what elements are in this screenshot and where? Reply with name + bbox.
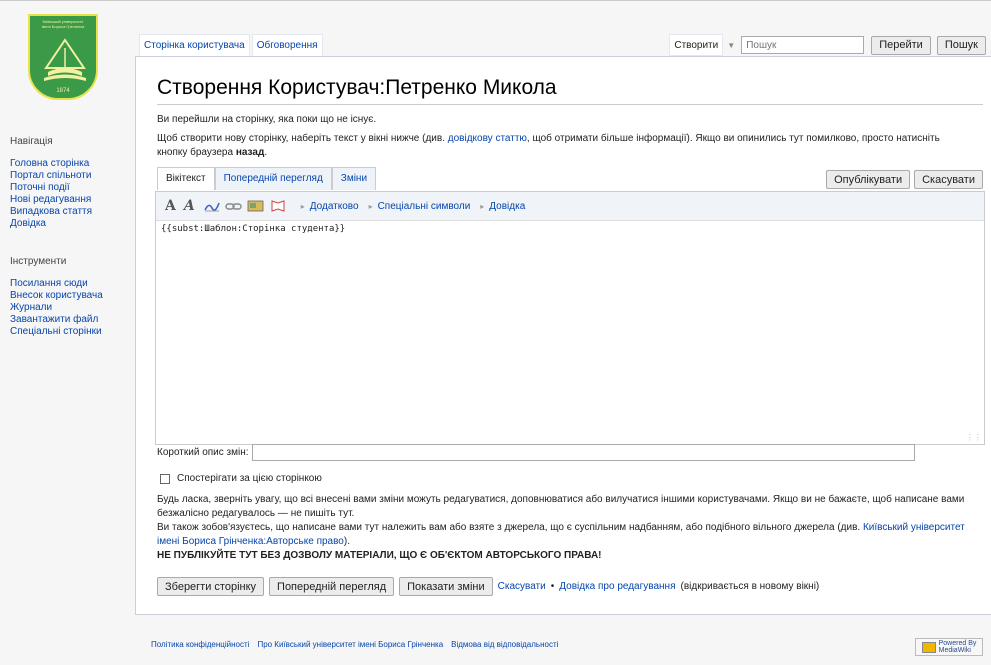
bold-icon[interactable]: A [165, 198, 176, 214]
sidebar-item-main-page[interactable]: Головна сторінка [10, 158, 130, 170]
link-icon[interactable] [225, 200, 243, 212]
reference-icon[interactable] [269, 200, 287, 212]
mediawiki-logo-icon [921, 641, 936, 653]
publish-controls: Опублікувати Скасувати [826, 170, 983, 189]
separator-bullet: • [550, 581, 555, 592]
editing-help-link[interactable]: Довідка про редагування [559, 581, 675, 592]
footer-links: Політика конфіденційності Про Київський … [151, 640, 558, 649]
footer-privacy-link[interactable]: Політика конфіденційності [151, 640, 249, 649]
nav-heading: Навігація [10, 136, 53, 147]
sidebar: Навігація Головна сторінка Портал спільн… [10, 136, 130, 338]
summary-label: Короткий опис змін: [157, 447, 249, 458]
sidebar-item-help[interactable]: Довідка [10, 218, 130, 230]
badge-line2: MediaWiki [938, 647, 971, 654]
search-input[interactable] [741, 36, 865, 54]
tab-preview[interactable]: Попередній перегляд [214, 167, 332, 190]
toolbar-special-chars-link[interactable]: Спеціальні символи [369, 201, 471, 212]
tab-changes[interactable]: Зміни [331, 167, 377, 190]
badge-text: Powered By MediaWiki [939, 640, 977, 654]
wikitext-textarea[interactable]: {{subst:Шаблон:Сторінка студента}} [156, 221, 984, 444]
action-tabs: Створити ▼ Перейти Пошук [669, 34, 991, 56]
watch-label: Спостерігати за цією сторінкою [177, 473, 322, 484]
save-button[interactable]: Зберегти сторінку [157, 577, 265, 596]
toolbar-help-link[interactable]: Довідка [480, 201, 525, 212]
help-text-end: . [264, 147, 268, 158]
cancel-button[interactable]: Скасувати [914, 170, 983, 189]
signature-icon[interactable] [203, 200, 221, 212]
watch-option[interactable]: Спостерігати за цією сторінкою [160, 473, 322, 484]
cancel-link[interactable]: Скасувати [498, 581, 546, 592]
tools-heading: Інструменти [10, 256, 67, 267]
nav-list: Головна сторінка Портал спільноти Поточн… [10, 158, 130, 230]
help-paragraph: Щоб створити нову сторінку, наберіть тек… [157, 132, 957, 160]
embedded-file-icon[interactable] [247, 200, 265, 212]
warning-bold: НЕ ПУБЛІКУЙТЕ ТУТ БЕЗ ДОЗВОЛУ МАТЕРІАЛИ,… [157, 550, 602, 561]
tab-wikitext[interactable]: Вікітекст [157, 167, 215, 190]
namespace-tabs: Сторінка користувача Обговорення [139, 34, 323, 56]
save-bar: Зберегти сторінку Попередній перегляд По… [157, 577, 819, 596]
back-bold-text: назад [235, 147, 265, 158]
more-actions-chevron-down-icon[interactable]: ▼ [723, 34, 739, 56]
warning-line2-text: Ви також зобов'язуєтесь, що написане вам… [157, 522, 863, 533]
search-button[interactable]: Пошук [936, 35, 986, 55]
toolbar-advanced-link[interactable]: Додатково [301, 201, 359, 212]
copyright-warning: Будь ласка, зверніть увагу, що всі внесе… [157, 493, 977, 563]
tab-create[interactable]: Створити [669, 34, 724, 56]
tab-preview-label[interactable]: Попередній перегляд [224, 173, 323, 184]
sidebar-item-community-portal[interactable]: Портал спільноти [10, 170, 130, 182]
summary-input[interactable] [251, 444, 915, 461]
sidebar-item-special-pages[interactable]: Спеціальні сторінки [10, 326, 130, 338]
university-logo[interactable]: Київський університет імені Бориса Грінч… [28, 14, 98, 100]
show-changes-button[interactable]: Показати зміни [399, 577, 493, 596]
footer-disclaimer-link[interactable]: Відмова від відповідальності [451, 640, 558, 649]
top-border [0, 0, 991, 1]
page-title: Створення Користувач:Петренко Микола [157, 76, 557, 99]
tab-discussion[interactable]: Обговорення [251, 34, 323, 56]
go-button[interactable]: Перейти [871, 35, 931, 55]
tab-changes-label[interactable]: Зміни [341, 173, 367, 184]
tools-list: Посилання сюди Внесок користувача Журнал… [10, 278, 130, 338]
logo-year: 1874 [56, 88, 70, 94]
logo-text-line2: імені Бориса Грінченка [41, 24, 85, 29]
footer-about-link[interactable]: Про Київський університет імені Бориса Г… [257, 640, 443, 649]
editor-toolbar: A A Додатково Спеціальні символи Довідка [156, 192, 984, 221]
new-window-note: (відкривається в новому вікні) [680, 581, 820, 592]
italic-icon[interactable]: A [184, 198, 195, 214]
badge-line1: Powered By [938, 640, 977, 647]
title-divider [157, 104, 983, 105]
resize-handle-icon[interactable]: ⋮⋮ [966, 433, 982, 442]
tab-user-page[interactable]: Сторінка користувача [139, 34, 250, 56]
powered-by-mediawiki-badge[interactable]: Powered By MediaWiki [915, 638, 983, 656]
warning-line2-end: ). [343, 536, 350, 547]
editor-tabs: Вікітекст Попередній перегляд Зміни [157, 167, 377, 190]
main-content: Створення Користувач:Петренко Микола Ви … [135, 56, 991, 615]
help-article-link[interactable]: довідкову статтю [448, 133, 527, 144]
warning-line1: Будь ласка, зверніть увагу, що всі внесе… [157, 494, 965, 519]
wikitext-editor: A A Додатково Спеціальні символи Довідка… [155, 191, 985, 445]
publish-button[interactable]: Опублікувати [826, 170, 911, 189]
sidebar-item-upload-file[interactable]: Завантажити файл [10, 314, 130, 326]
intro-text: Ви перейшли на сторінку, яка поки що не … [157, 114, 377, 125]
sidebar-item-user-contributions[interactable]: Внесок користувача [10, 290, 130, 302]
sidebar-item-what-links-here[interactable]: Посилання сюди [10, 278, 130, 290]
help-text-start: Щоб створити нову сторінку, наберіть тек… [157, 133, 448, 144]
sidebar-item-random-article[interactable]: Випадкова стаття [10, 206, 130, 218]
logo-emblem-icon [44, 38, 86, 81]
sidebar-item-logs[interactable]: Журнали [10, 302, 130, 314]
sidebar-item-recent-changes[interactable]: Нові редагування [10, 194, 130, 206]
edit-summary: Короткий опис змін: [157, 444, 915, 461]
preview-button[interactable]: Попередній перегляд [269, 577, 395, 596]
warning-line2: Ви також зобов'язуєтесь, що написане вам… [157, 521, 977, 549]
sidebar-item-current-events[interactable]: Поточні події [10, 182, 130, 194]
watch-checkbox[interactable] [160, 473, 170, 484]
